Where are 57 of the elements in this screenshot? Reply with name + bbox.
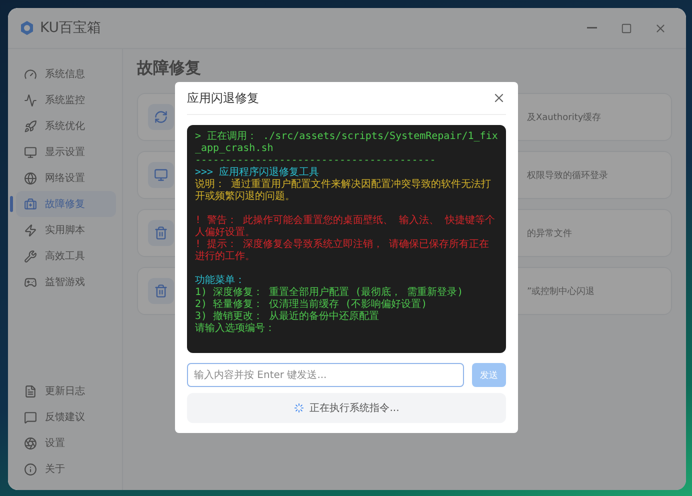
gauge-icon: [24, 68, 37, 80]
sidebar-item[interactable]: 系统优化: [16, 113, 116, 139]
globe-icon: [24, 172, 37, 184]
card-description: 及Xauthority缓存: [527, 112, 602, 124]
terminal-line: 请输入选项编号：: [195, 323, 276, 335]
sidebar-item[interactable]: 网络设置: [16, 165, 116, 191]
monitor-icon: [24, 146, 37, 158]
logo-icon: [20, 21, 34, 35]
terminal-line: ! 警告： 此操作可能会重置您的桌面壁纸、 输入法、 快捷键等个人偏好设置。: [195, 215, 496, 238]
app-title: KU百宝箱: [40, 19, 102, 37]
terminal-line: > 正在调用： ./src/assets/scripts/SystemRepair/1_fix_app_crash.sh: [195, 131, 498, 155]
terminal-line: ----------------------------------------: [195, 155, 437, 166]
card-description: ”或控制中心闪退: [527, 286, 596, 298]
chat-icon: [24, 410, 37, 424]
trash-icon: [148, 278, 174, 304]
terminal-line: 2) 轻量修复： 仅清理当前缓存 (不影响偏好设置): [195, 299, 428, 310]
document-icon: [24, 384, 37, 398]
sidebar-item[interactable]: 反馈建议: [16, 404, 116, 430]
card-description: 的异常文件: [527, 228, 573, 240]
terminal-line: 说明： 通过重置用户配置文件来解决因配置冲突导致的软件无法打开或频繁闪退的问题。: [195, 179, 492, 203]
sidebar-item[interactable]: 更新日志: [16, 378, 116, 404]
dialog-title: 应用闪退修复: [187, 90, 259, 106]
page-title: 故障修复: [137, 58, 202, 79]
medical-case-icon: [24, 198, 37, 210]
status-text: 正在执行系统指令...: [310, 402, 400, 415]
card-description: 权限导致的循环登录: [527, 170, 609, 182]
refresh-icon: [148, 104, 174, 130]
wrench-icon: [24, 250, 37, 262]
terminal-line: >>> 应用程序闪退修复工具: [195, 167, 320, 178]
trash-icon: [148, 220, 174, 246]
sidebar-item[interactable]: 系统监控: [16, 87, 116, 113]
close-button[interactable]: [492, 91, 506, 105]
terminal-line: 3) 撤销更改： 从最近的备份中还原配置: [195, 311, 380, 322]
settings-icon: [24, 436, 37, 450]
sidebar-item[interactable]: 高效工具: [16, 243, 116, 269]
minimize-icon: [587, 27, 597, 29]
info-icon: [24, 462, 37, 476]
close-icon: [654, 22, 666, 34]
sidebar-item[interactable]: 关于: [16, 456, 116, 482]
maximize-icon: [620, 22, 632, 34]
sidebar-item[interactable]: 显示设置: [16, 139, 116, 165]
input-field[interactable]: 输入内容并按 Enter 键发送...: [187, 363, 464, 387]
monitor-icon: [148, 162, 174, 188]
terminal-line: ! 提示： 深度修复会导致系统立即注销， 请确保已保存所有正在进行的工作。: [195, 239, 490, 263]
lightning-icon: [24, 224, 37, 236]
pulse-icon: [24, 94, 37, 106]
selection-indicator: [10, 196, 13, 212]
terminal-line: 功能菜单：: [195, 275, 246, 286]
sidebar-item[interactable]: 系统信息: [16, 61, 116, 87]
sidebar-item[interactable]: 益智游戏: [16, 269, 116, 295]
rocket-icon: [24, 120, 37, 132]
spinner-icon: [294, 403, 304, 413]
sidebar-item[interactable]: 设置: [16, 430, 116, 456]
terminal-line: 1) 深度修复： 重置全部用户配置 (最彻底， 需重新登录): [195, 287, 464, 298]
close-icon: [492, 91, 506, 105]
gamepad-icon: [24, 276, 37, 288]
sidebar-item[interactable]: 实用脚本: [16, 217, 116, 243]
